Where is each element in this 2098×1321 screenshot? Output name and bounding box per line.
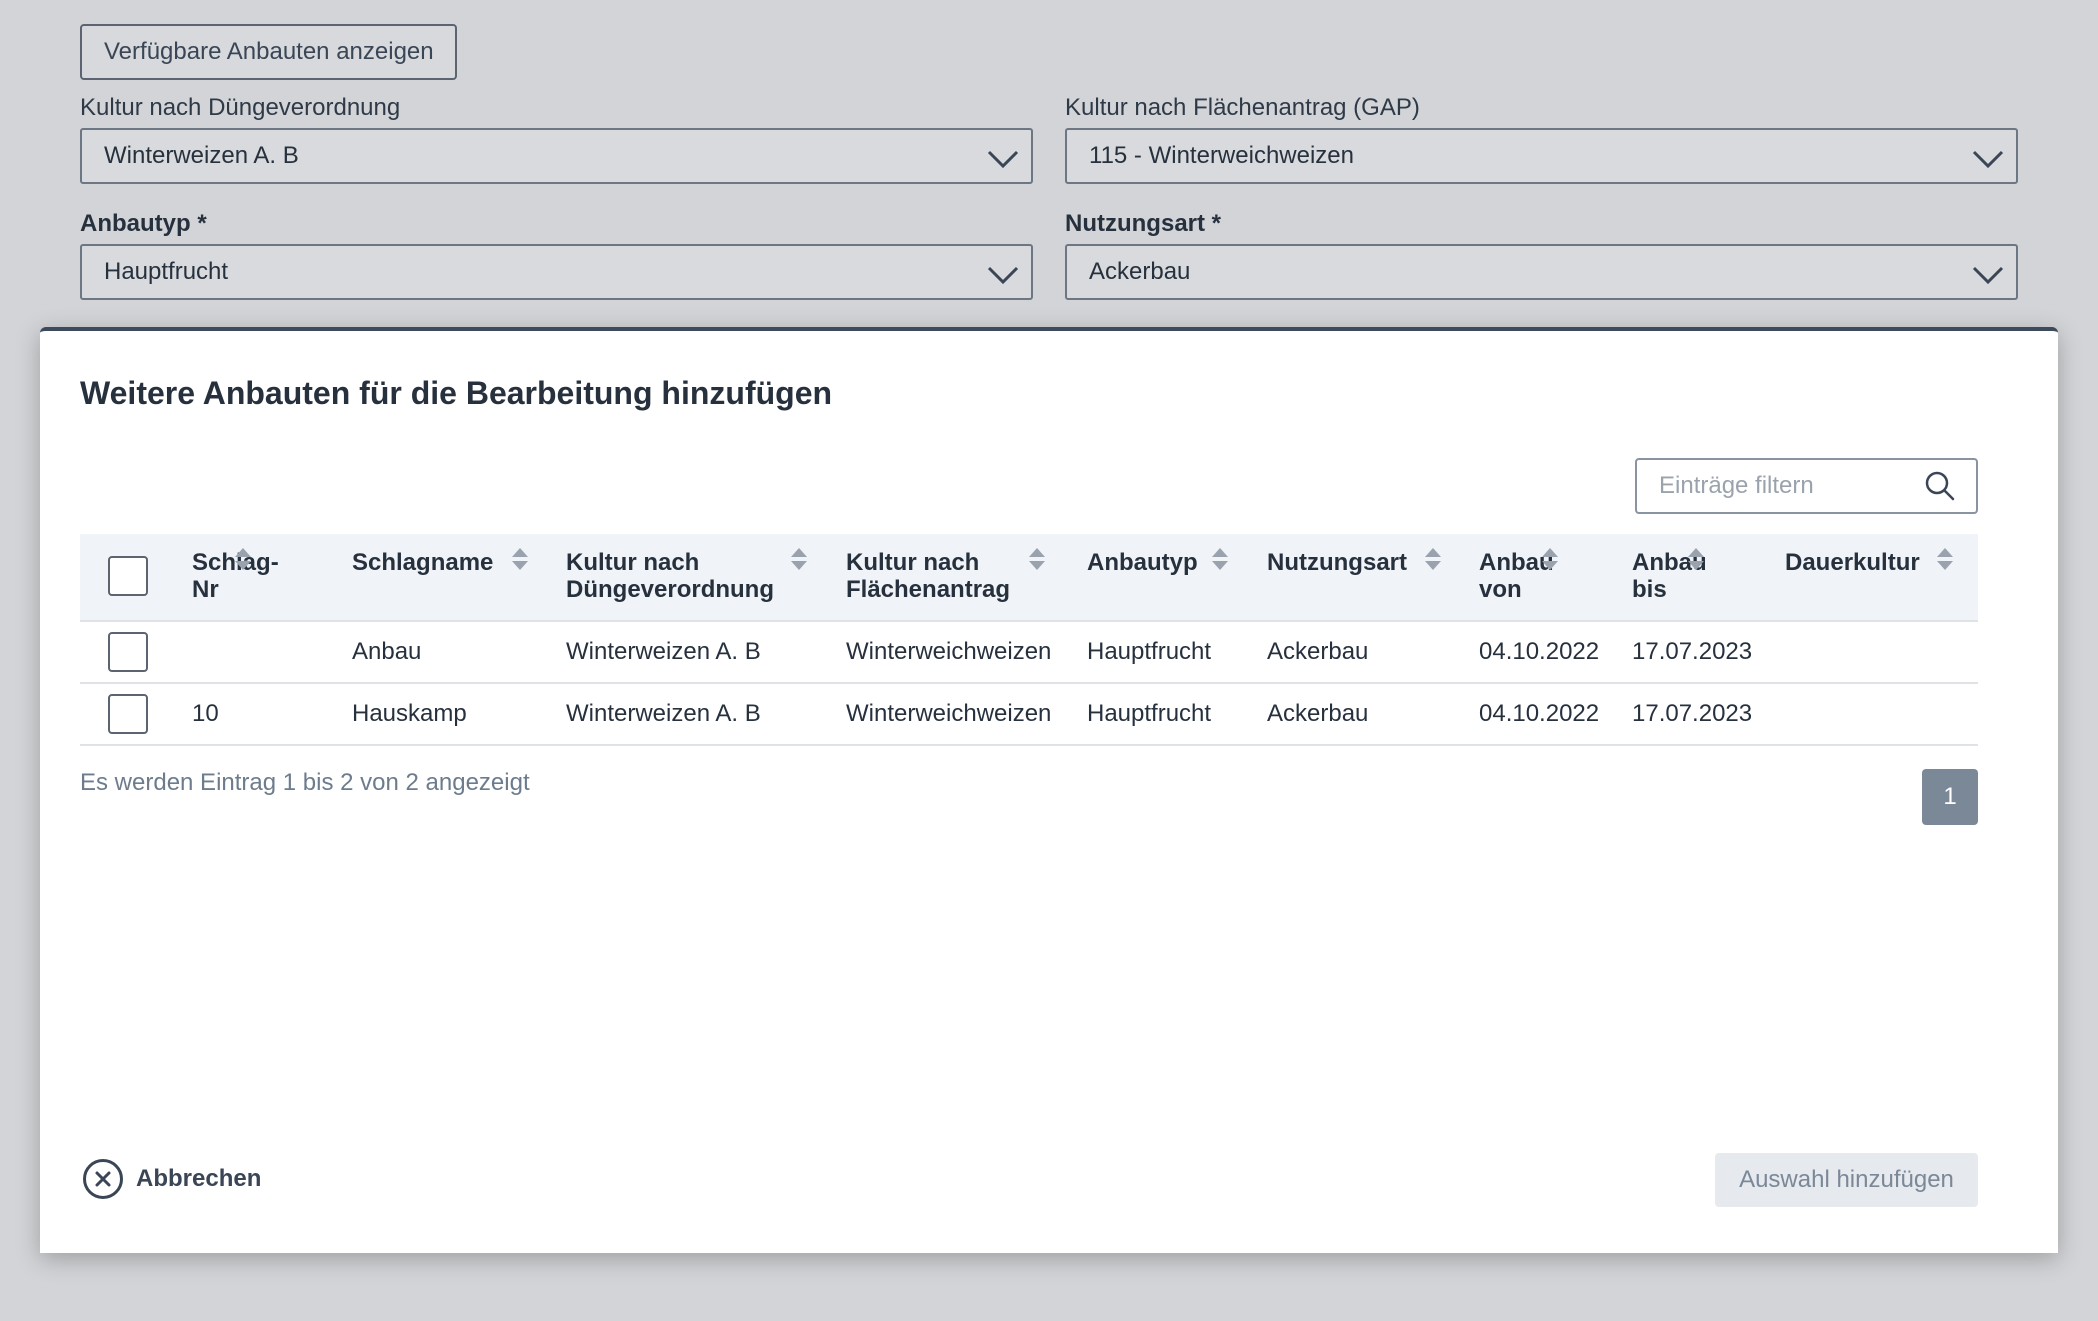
close-circle-icon [83,1159,123,1199]
sort-icon[interactable] [1211,546,1229,572]
col-label: Nr [192,576,219,603]
sort-icon[interactable] [790,546,808,572]
nutzungsart-label: Nutzungsart * [1065,210,1221,237]
col-label: von [1479,576,1522,603]
cell-schlagname: Hauskamp [352,700,467,727]
filter-input[interactable] [1637,460,1897,512]
cell-schlag-nr: 10 [192,700,219,727]
col-anbau-von[interactable]: Anbau von [1479,534,1632,621]
crop-dv-select[interactable]: Winterweizen A. B [80,128,1033,184]
cell-anbautyp: Hauptfrucht [1087,700,1212,727]
col-schlag-nr[interactable]: Schlag- Nr [192,534,352,621]
chevron-down-icon [1972,150,2004,169]
crop-dv-value: Winterweizen A. B [104,142,299,169]
cancel-label: Abbrechen [136,1165,262,1192]
chevron-down-icon [987,266,1019,285]
cell-nutzungsart: Ackerbau [1267,638,1369,665]
table-row[interactable]: 10 Hauskamp Winterweizen A. B Winterweic… [80,683,1978,745]
col-dauerkultur[interactable]: Dauerkultur [1785,534,1978,621]
col-kultur-fa[interactable]: Kultur nach Flächenantrag [846,534,1087,621]
col-label: Kultur nach [846,549,980,576]
table-header-row: Schlag- Nr Schlagname Kultur nach Düngev… [80,534,1978,621]
select-all-cell [80,534,192,621]
sort-icon[interactable] [1936,546,1954,572]
filter-field[interactable] [1635,458,1978,514]
row-select-cell [80,683,192,745]
anbautyp-select[interactable]: Hauptfrucht [80,244,1033,300]
col-label: Schlagname [352,549,494,576]
col-anbau-bis[interactable]: Anbau bis [1632,534,1785,621]
cell-dauerkultur [1785,621,1978,683]
col-label: Anbau [1632,549,1707,576]
sort-icon[interactable] [511,546,529,572]
col-label: Nutzungsart [1267,549,1407,576]
col-label: Flächenantrag [846,576,1011,603]
crop-gap-select[interactable]: 115 - Winterweichweizen [1065,128,2018,184]
cultivations-table: Schlag- Nr Schlagname Kultur nach Düngev… [80,534,1978,746]
table-row[interactable]: Anbau Winterweizen A. B Winterweichweize… [80,621,1978,683]
cell-dauerkultur [1785,683,1978,745]
search-icon[interactable] [1924,470,1956,502]
cell-kultur-fa: Winterweichweizen [846,700,1052,727]
row-checkbox[interactable] [108,694,148,734]
cell-anbau-bis: 17.07.2023 [1632,700,1753,727]
page-button-1[interactable]: 1 [1922,769,1978,825]
add-selection-button[interactable]: Auswahl hinzufügen [1715,1153,1978,1207]
row-checkbox[interactable] [108,632,148,672]
col-schlagname[interactable]: Schlagname [352,534,566,621]
col-nutzungsart[interactable]: Nutzungsart [1267,534,1479,621]
cancel-button[interactable]: Abbrechen [82,1157,261,1201]
cell-kultur-fa: Winterweichweizen [846,638,1052,665]
chevron-down-icon [987,150,1019,169]
chevron-down-icon [1972,266,2004,285]
cell-anbautyp: Hauptfrucht [1087,638,1212,665]
col-label: Anbautyp [1087,549,1198,576]
cell-anbau-von: 04.10.2022 [1479,638,1600,665]
sort-icon[interactable] [234,546,252,572]
cell-schlagname: Anbau [352,638,422,665]
sort-icon[interactable] [1541,546,1559,572]
col-label: Düngeverordnung [566,576,774,603]
cell-schlag-nr [192,621,352,683]
add-cultivations-modal: Weitere Anbauten für die Bearbeitung hin… [40,327,2058,1253]
col-label: Schlag- [192,549,279,576]
col-label: bis [1632,576,1667,603]
cell-anbau-von: 04.10.2022 [1479,700,1600,727]
cell-kultur-dv: Winterweizen A. B [566,638,761,665]
col-kultur-dv[interactable]: Kultur nach Düngeverordnung [566,534,846,621]
select-all-checkbox[interactable] [108,556,148,596]
cell-anbau-bis: 17.07.2023 [1632,638,1753,665]
cell-kultur-dv: Winterweizen A. B [566,700,761,727]
row-select-cell [80,621,192,683]
nutzungsart-select[interactable]: Ackerbau [1065,244,2018,300]
col-anbautyp[interactable]: Anbautyp [1087,534,1267,621]
cell-nutzungsart: Ackerbau [1267,700,1369,727]
pagination-info: Es werden Eintrag 1 bis 2 von 2 angezeig… [80,769,530,796]
crop-dv-label: Kultur nach Düngeverordnung [80,94,401,121]
nutzungsart-value: Ackerbau [1089,258,1191,285]
show-available-button[interactable]: Verfügbare Anbauten anzeigen [80,24,457,80]
sort-icon[interactable] [1424,546,1442,572]
crop-gap-label: Kultur nach Flächenantrag (GAP) [1065,94,1420,121]
modal-title: Weitere Anbauten für die Bearbeitung hin… [80,375,833,411]
crop-gap-value: 115 - Winterweichweizen [1089,142,1354,169]
sort-icon[interactable] [1028,546,1046,572]
sort-icon[interactable] [1687,546,1705,572]
anbautyp-label: Anbautyp * [80,210,207,237]
anbautyp-value: Hauptfrucht [104,258,229,285]
